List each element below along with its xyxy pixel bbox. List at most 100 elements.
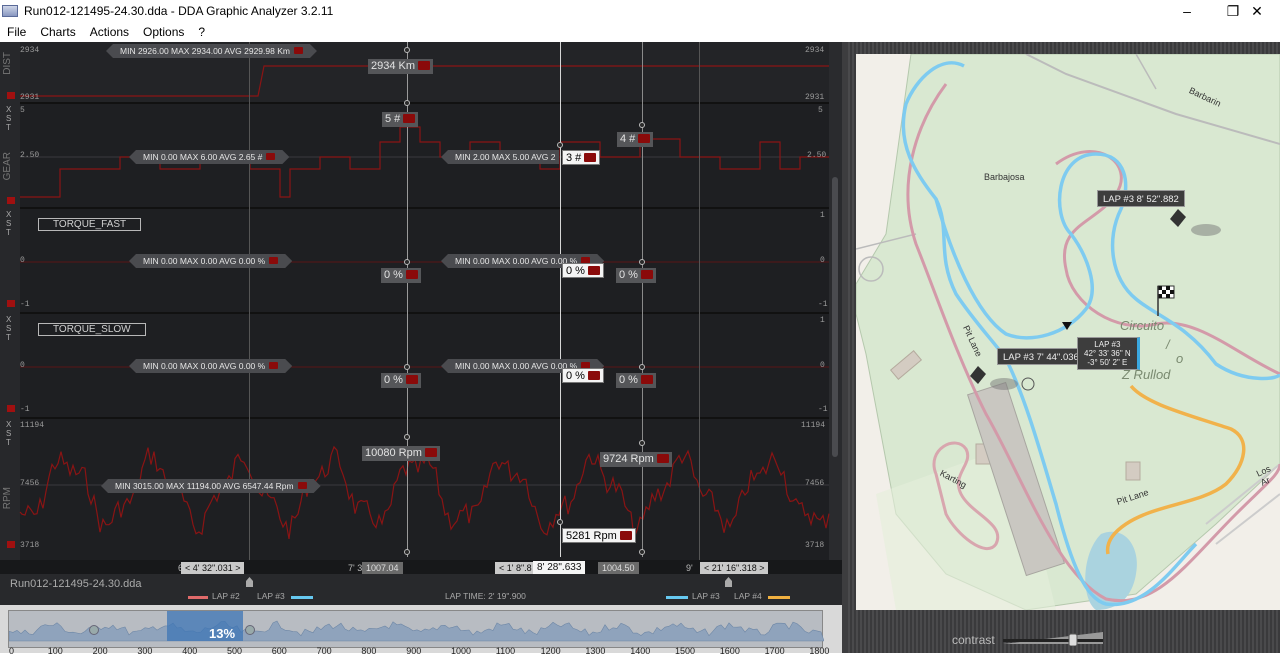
- ts-stats-left: MIN 0.00 MAX 0.00 AVG 0.00 %: [129, 359, 292, 373]
- minimize-button[interactable]: –: [1164, 0, 1210, 22]
- cursor-handle[interactable]: [404, 100, 410, 106]
- tf-axis-bottom-right: -1: [818, 300, 828, 309]
- lap4-label: LAP #4: [734, 591, 762, 601]
- window-title: Run012-121495-24.30.dda - DDA Graphic An…: [24, 4, 334, 18]
- torque-fast-controls[interactable]: XST: [6, 210, 11, 237]
- tf-stats-left: MIN 0.00 MAX 0.00 AVG 0.00 %: [129, 254, 292, 268]
- rpm-axis-top: 11194: [20, 421, 45, 430]
- tf-value-b: 0 %: [616, 268, 656, 283]
- gear-value-b: 4 #: [617, 132, 654, 147]
- menu-file[interactable]: File: [0, 25, 33, 39]
- overview-tick: 1500: [675, 646, 696, 656]
- gear-value-main: 3 #: [562, 150, 601, 165]
- overview-tick: 0: [9, 646, 15, 656]
- overview-tick: 1800: [809, 646, 830, 656]
- overview-handle[interactable]: [245, 625, 255, 635]
- rpm-axis-bottom-right: 3718: [805, 541, 825, 550]
- rpm-stats: MIN 3015.00 MAX 11194.00 AVG 6547.44 Rpm: [101, 479, 321, 493]
- lap3-right-color: [666, 596, 688, 599]
- cursor-handle[interactable]: [404, 549, 410, 555]
- menu-actions[interactable]: Actions: [83, 25, 136, 39]
- map-label-circuito-slash: /: [1166, 337, 1170, 352]
- gear-stats-right: MIN 2.00 MAX 5.00 AVG 2: [441, 150, 560, 164]
- rpm-value-a: 10080 Rpm: [362, 446, 440, 461]
- track-color-swatch[interactable]: [7, 197, 15, 204]
- cursor-handle[interactable]: [557, 519, 563, 525]
- gear-track-controls[interactable]: XST: [6, 105, 11, 132]
- contrast-slider[interactable]: [1003, 630, 1103, 647]
- cursor-b-line[interactable]: [642, 42, 643, 557]
- overview-tick: 900: [406, 646, 422, 656]
- menu-help[interactable]: ?: [191, 25, 212, 39]
- overview-tick: 600: [271, 646, 287, 656]
- cursor-handle[interactable]: [639, 364, 645, 370]
- cursor-handle[interactable]: [404, 259, 410, 265]
- track-color-swatch[interactable]: [7, 405, 15, 412]
- ts-axis-mid-right: 0: [820, 361, 825, 370]
- rpm-controls[interactable]: XST: [6, 420, 11, 447]
- lap-end-marker[interactable]: [725, 577, 732, 587]
- track-color-swatch[interactable]: [7, 92, 15, 99]
- tf-axis-top-right: 1: [820, 211, 825, 220]
- laps-strip: Run012-121495-24.30.dda LAP #2 LAP #3 LA…: [0, 574, 842, 605]
- overview-handle[interactable]: [89, 625, 99, 635]
- cursor-handle[interactable]: [639, 259, 645, 265]
- track-color-swatch[interactable]: [7, 541, 15, 548]
- ts-value-b: 0 %: [616, 373, 656, 388]
- cursor-main-line[interactable]: [560, 42, 561, 557]
- close-button[interactable]: ✕: [1234, 0, 1280, 22]
- cursor-handle[interactable]: [404, 434, 410, 440]
- contrast-label: contrast: [952, 633, 995, 647]
- lap-start-marker[interactable]: [246, 577, 253, 587]
- overview-tick: 1700: [764, 646, 785, 656]
- map-callout-b: LAP #3 7' 44".036: [997, 348, 1085, 365]
- overview-tick: 100: [47, 646, 63, 656]
- map-callout-a: LAP #3 8' 52".882: [1097, 190, 1185, 207]
- ts-axis-bottom: -1: [20, 405, 30, 414]
- menu-options[interactable]: Options: [136, 25, 191, 39]
- tf-value-a: 0 %: [381, 268, 421, 283]
- gear-axis-mid-right: 2.50: [807, 151, 827, 160]
- overview-track[interactable]: 13% 0 100 200 300 400 500 600 700 800 900 1000 1100…: [8, 610, 829, 656]
- ts-axis-top-right: 1: [820, 316, 825, 325]
- app-icon: [2, 5, 18, 17]
- overview-tick: 1300: [585, 646, 606, 656]
- gear-stats-left: MIN 0.00 MAX 6.00 AVG 2.65 #: [129, 150, 289, 164]
- menu-charts[interactable]: Charts: [33, 25, 82, 39]
- overview-tick: 1000: [451, 646, 472, 656]
- title-bar: Run012-121495-24.30.dda - DDA Graphic An…: [0, 0, 1280, 22]
- tf-axis-mid: 0: [20, 256, 25, 265]
- cursor-handle[interactable]: [639, 440, 645, 446]
- gear-label: GEAR: [2, 152, 13, 181]
- overview-bar[interactable]: 13% 0 100 200 300 400 500 600 700 800 900 1000 1100…: [0, 605, 842, 656]
- dist-label: DIST: [2, 52, 13, 75]
- map-label-barbajosa: Barbajosa: [984, 172, 1025, 182]
- charts-panel[interactable]: DIST 2934 2931 2934 2931 MIN 2926.00 MAX…: [0, 42, 842, 605]
- rpm-axis-mid: 7456: [20, 479, 40, 488]
- overview-tick: 500: [227, 646, 243, 656]
- track-map-graphic: [856, 54, 1280, 610]
- overview-tick: 1400: [630, 646, 651, 656]
- overview-tick: 1600: [719, 646, 740, 656]
- lap-marker-line: [699, 42, 700, 562]
- cursor-handle[interactable]: [557, 142, 563, 148]
- torque-fast-name: TORQUE_FAST: [38, 218, 142, 231]
- cursor-handle[interactable]: [639, 122, 645, 128]
- time-center-main: 8' 28".633: [533, 561, 586, 574]
- torque-slow-controls[interactable]: XST: [6, 315, 11, 342]
- overview-tick: 1200: [540, 646, 561, 656]
- overview-percent: 13%: [209, 626, 236, 641]
- lap4-color: [768, 596, 790, 599]
- overview-tick: 300: [137, 646, 153, 656]
- lap3-left-label: LAP #3: [257, 591, 285, 601]
- overview-tick: 700: [316, 646, 332, 656]
- cursor-handle[interactable]: [404, 364, 410, 370]
- dist-cursor-value: 2934 Km: [368, 59, 434, 74]
- track-map[interactable]: Barbajosa Barbarin Pit Lane Pit Lane Kar…: [856, 54, 1280, 610]
- cursor-handle[interactable]: [404, 47, 410, 53]
- rpm-value-main: 5281 Rpm: [562, 528, 636, 543]
- cursor-handle[interactable]: [639, 549, 645, 555]
- track-color-swatch[interactable]: [7, 300, 15, 307]
- tf-axis-mid-right: 0: [820, 256, 825, 265]
- lap-time: LAP TIME: 2' 19".900: [445, 591, 526, 601]
